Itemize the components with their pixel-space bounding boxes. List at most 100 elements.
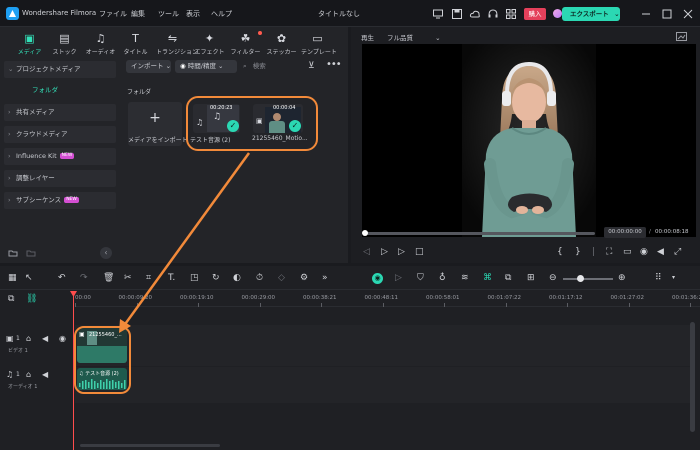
color-icon[interactable]: ◐	[233, 272, 241, 284]
tab-stock[interactable]: ▤ ストック	[48, 28, 81, 60]
tab-titles[interactable]: T タイトル	[119, 28, 152, 60]
playback-progress-bar[interactable]	[363, 232, 595, 235]
sort-dropdown[interactable]: ◉ 時間/精度 ⌄	[175, 60, 237, 73]
camera-snapshot-icon[interactable]: ◉	[640, 246, 648, 258]
adjust-icon[interactable]: ⚙	[300, 272, 308, 284]
menu-help[interactable]: ヘルプ	[211, 9, 232, 19]
rotate-icon[interactable]: ↻	[212, 272, 220, 284]
zoom-in-icon[interactable]: ⊕	[618, 272, 626, 284]
snap-icon[interactable]: ⌘	[483, 272, 492, 284]
menu-tools[interactable]: ツール	[158, 9, 179, 19]
display-icon[interactable]: ▭	[623, 246, 632, 258]
headset-icon[interactable]	[487, 8, 499, 20]
video-track-label: ビデオ 1	[8, 348, 28, 354]
sidebar-item-cloud-media[interactable]: › クラウドメディア	[4, 126, 116, 143]
progress-handle[interactable]	[362, 230, 368, 236]
snapshot-view-icon[interactable]	[676, 32, 687, 41]
stop-icon[interactable]: □	[415, 246, 424, 258]
tab-effects[interactable]: ✦ エフェクト	[193, 28, 226, 60]
keyframe-icon[interactable]: ◇	[278, 272, 285, 284]
volume-icon[interactable]: ◀	[42, 333, 48, 345]
minimize-icon[interactable]	[640, 8, 652, 20]
shape-icon[interactable]: ◳	[190, 272, 199, 284]
chevron-down-icon[interactable]: ▾	[672, 272, 675, 284]
import-dropdown[interactable]: インポート ⌄	[126, 60, 171, 73]
mark-in-icon[interactable]: {	[557, 246, 563, 258]
zoom-slider-handle[interactable]	[577, 275, 584, 282]
grid-view-icon[interactable]: ⠿	[655, 272, 662, 284]
playhead[interactable]	[73, 291, 74, 450]
marker-icon[interactable]: ⛉	[417, 272, 424, 284]
menu-edit[interactable]: 編集	[131, 9, 145, 19]
sidebar-item-folder[interactable]: フォルダ	[4, 82, 116, 99]
tab-templates[interactable]: ▭ テンプレート	[301, 28, 337, 60]
zoom-out-icon[interactable]: ⊖	[549, 272, 557, 284]
redo-icon[interactable]: ↷	[80, 272, 88, 284]
tab-audio[interactable]: ♫ オーディオ	[84, 28, 117, 60]
vertical-scrollbar[interactable]	[690, 322, 695, 432]
tab-transitions[interactable]: ⇋ トランジション	[156, 28, 198, 60]
filter-sort-icon[interactable]: ⊻	[308, 60, 315, 72]
buy-button[interactable]: 購入	[524, 8, 546, 20]
expand-icon[interactable]: ⤢	[674, 246, 681, 258]
maximize-icon[interactable]	[661, 8, 673, 20]
zoom-slider[interactable]	[563, 278, 613, 280]
menu-view[interactable]: 表示	[186, 9, 200, 19]
avatar[interactable]	[553, 9, 562, 18]
monitor-icon[interactable]	[432, 8, 444, 20]
prev-frame-icon[interactable]: ◁	[363, 246, 370, 258]
undo-icon[interactable]: ↶	[58, 272, 66, 284]
audio-mix-icon[interactable]: ≋	[461, 272, 469, 284]
render-icon[interactable]: ▷	[395, 272, 402, 284]
video-track-lane[interactable]	[75, 325, 695, 366]
volume-icon[interactable]: ◀	[657, 246, 664, 258]
link-icon[interactable]: ⛓	[26, 293, 37, 305]
audio-track-lane[interactable]	[75, 367, 695, 403]
folder-icon[interactable]: ⌂	[26, 369, 31, 381]
time-ruler[interactable]: 00:00 00:00:09:20 00:00:19:10 00:00:29:00 00…	[75, 291, 700, 307]
text-tool-icon[interactable]: T.	[168, 272, 175, 284]
mark-out-icon[interactable]: }	[575, 246, 581, 258]
auto-ripple-icon[interactable]: ◉	[372, 273, 383, 284]
more-tools-icon[interactable]: »	[322, 272, 328, 284]
crop-icon[interactable]: ⌗	[146, 272, 151, 284]
split-icon[interactable]: ⊞	[527, 272, 535, 284]
cut-icon[interactable]: ✂	[124, 272, 132, 284]
folder-icon[interactable]	[26, 248, 36, 258]
sidebar-item-project-media[interactable]: ⌄ プロジェクトメディア	[4, 61, 116, 78]
tab-media[interactable]: ▣ メディア	[13, 28, 46, 60]
quality-dropdown[interactable]: フル品質 ⌄	[387, 32, 441, 42]
more-icon[interactable]: •••	[326, 59, 342, 71]
horizontal-scrollbar[interactable]	[80, 444, 220, 447]
pip-icon[interactable]: ⧉	[505, 272, 511, 284]
playback-tab[interactable]: 再生	[361, 32, 374, 42]
select-tool-icon[interactable]: ↖	[25, 272, 33, 284]
microphone-icon[interactable]: ♁	[439, 272, 446, 284]
close-icon[interactable]	[682, 8, 694, 20]
step-back-icon[interactable]: ▷	[381, 246, 388, 258]
new-folder-icon[interactable]	[8, 248, 18, 258]
collapse-sidebar-button[interactable]: ‹	[100, 247, 112, 259]
current-time-field[interactable]: 00:00:00:00	[604, 227, 646, 238]
search-box[interactable]: ⌕ 検索	[243, 60, 303, 73]
menu-file[interactable]: ファイル	[99, 9, 127, 19]
add-track-icon[interactable]: ⧉	[8, 293, 14, 305]
export-button[interactable]: エクスポート ⌄	[562, 7, 620, 21]
volume-icon[interactable]: ◀	[42, 369, 48, 381]
grid-apps-icon[interactable]	[505, 8, 517, 20]
video-preview[interactable]	[362, 44, 696, 237]
eye-icon[interactable]: ◉	[59, 333, 66, 345]
speed-icon[interactable]: ⏱	[256, 272, 263, 284]
play-icon[interactable]: ▷	[398, 246, 405, 258]
delete-icon[interactable]: 🗑︎	[103, 272, 114, 284]
cloud-icon[interactable]	[469, 8, 481, 20]
fullscreen-icon[interactable]: ⛶	[606, 246, 612, 258]
tab-stickers[interactable]: ✿ ステッカー	[265, 28, 298, 60]
sidebar-item-influence-kit[interactable]: › Influence Kit NEW	[4, 148, 116, 165]
sidebar-item-adjustment-layer[interactable]: › 調整レイヤー	[4, 170, 116, 187]
folder-icon[interactable]: ⌂	[26, 333, 31, 345]
sidebar-item-subsequence[interactable]: › サブシーケンス NEW	[4, 192, 116, 209]
layout-icon[interactable]: ▦	[8, 272, 17, 284]
save-icon[interactable]	[451, 8, 463, 20]
sidebar-item-shared-media[interactable]: › 共有メディア	[4, 104, 116, 121]
